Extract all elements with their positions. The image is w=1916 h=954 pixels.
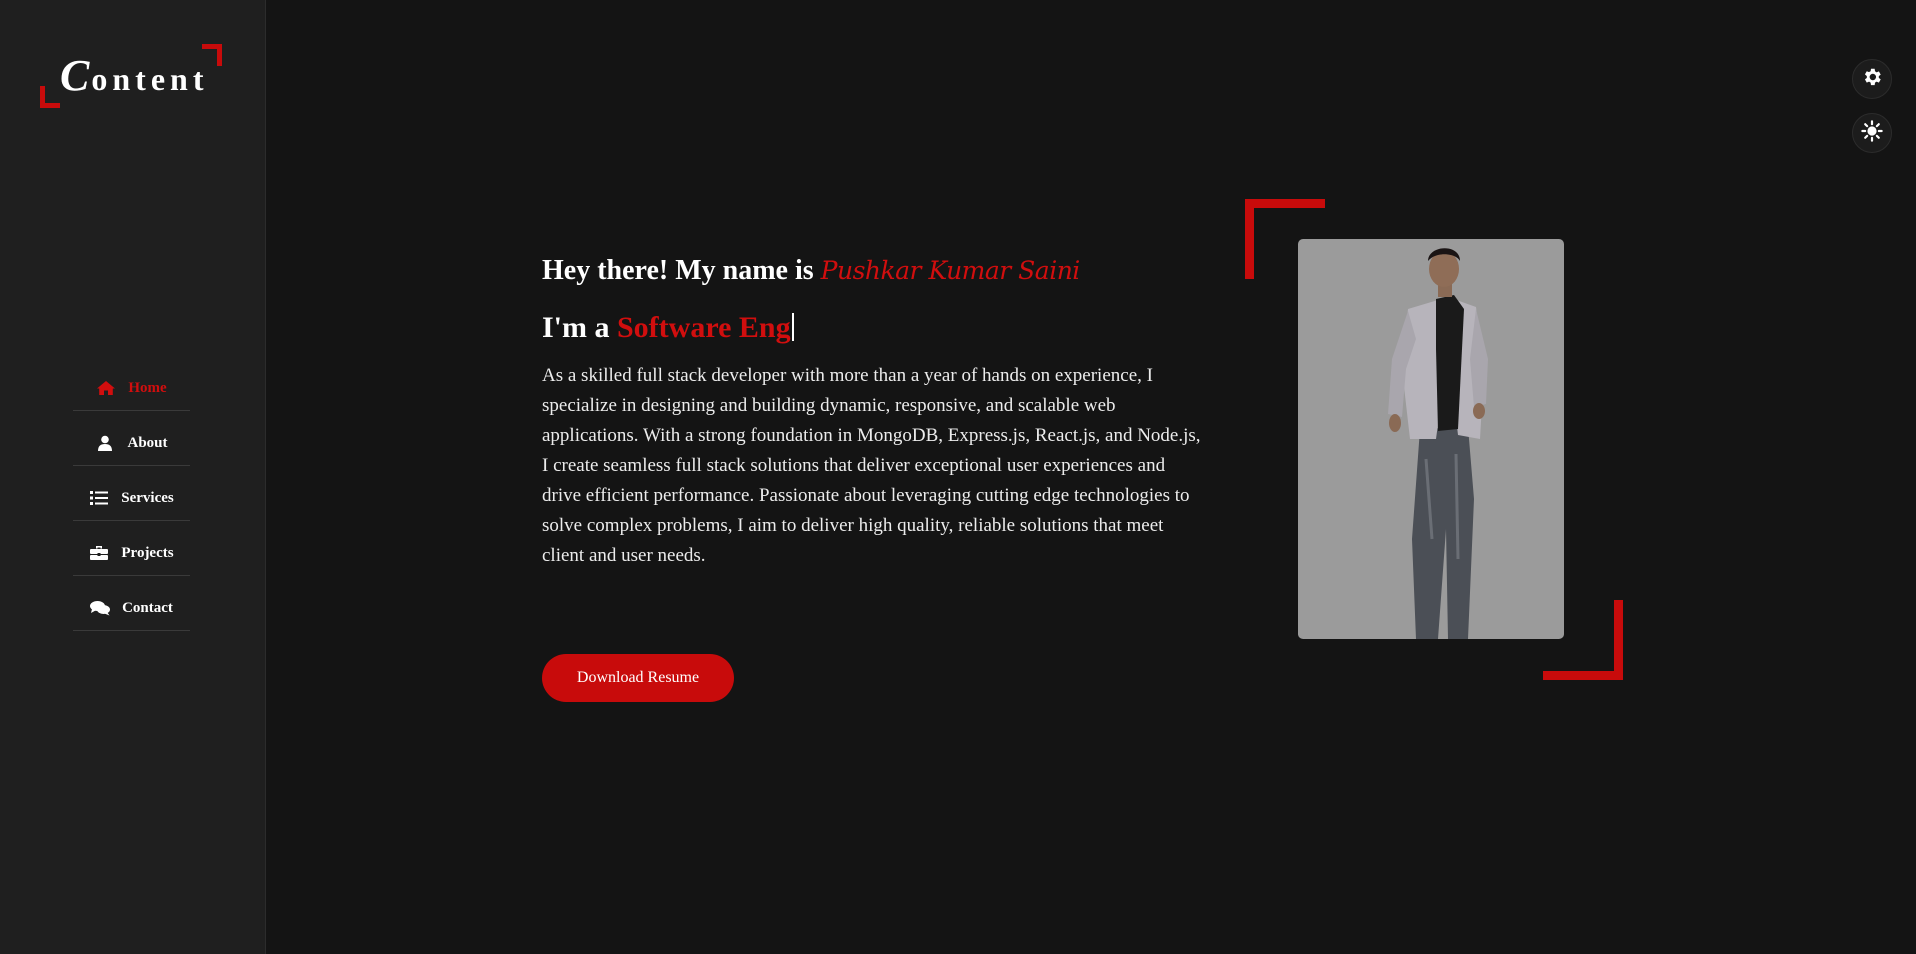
hero-section: Hey there! My name is Pushkar Kumar Sain… (542, 255, 1202, 571)
greeting-heading: Hey there! My name is Pushkar Kumar Sain… (542, 255, 1202, 287)
theme-toggle-button[interactable] (1852, 113, 1892, 153)
briefcase-icon (89, 545, 109, 561)
sidebar-item-label: Home (128, 379, 167, 396)
settings-button[interactable] (1852, 59, 1892, 99)
profile-photo (1298, 239, 1564, 639)
sidebar-nav: Home About Services Projects Contact (73, 356, 190, 631)
role-typed-text: Software Eng (617, 311, 791, 344)
role-heading: I'm a Software Eng (542, 311, 1202, 345)
sidebar-item-services[interactable]: Services (73, 466, 190, 521)
role-prefix: I'm a (542, 311, 610, 344)
logo-first-letter: C (60, 51, 92, 100)
sidebar-item-home[interactable]: Home (73, 356, 190, 411)
logo-corner-bottom-left (40, 86, 60, 108)
list-icon (89, 490, 109, 506)
author-name: Pushkar Kumar Saini (820, 256, 1081, 285)
sidebar: Content Home About Services Projects Con… (0, 0, 266, 954)
sidebar-item-label: Projects (121, 544, 174, 561)
logo-text: Content (60, 50, 208, 101)
sidebar-item-about[interactable]: About (73, 411, 190, 466)
bio-paragraph: As a skilled full stack developer with m… (542, 365, 1201, 566)
sidebar-item-contact[interactable]: Contact (73, 576, 190, 631)
sidebar-item-label: Services (121, 489, 174, 506)
logo-rest: ontent (91, 61, 209, 97)
person-illustration (1388, 248, 1488, 639)
logo[interactable]: Content (40, 44, 224, 108)
sidebar-item-projects[interactable]: Projects (73, 521, 190, 576)
sidebar-item-label: About (127, 434, 168, 451)
sidebar-item-label: Contact (122, 599, 173, 616)
home-icon (96, 380, 116, 396)
sun-icon (1861, 119, 1883, 147)
greeting-prefix: Hey there! My name is (542, 255, 814, 286)
user-icon (95, 435, 115, 451)
gear-icon (1861, 66, 1883, 93)
comments-icon (90, 600, 111, 616)
typing-cursor (791, 313, 794, 341)
download-resume-button[interactable]: Download Resume (542, 654, 734, 702)
